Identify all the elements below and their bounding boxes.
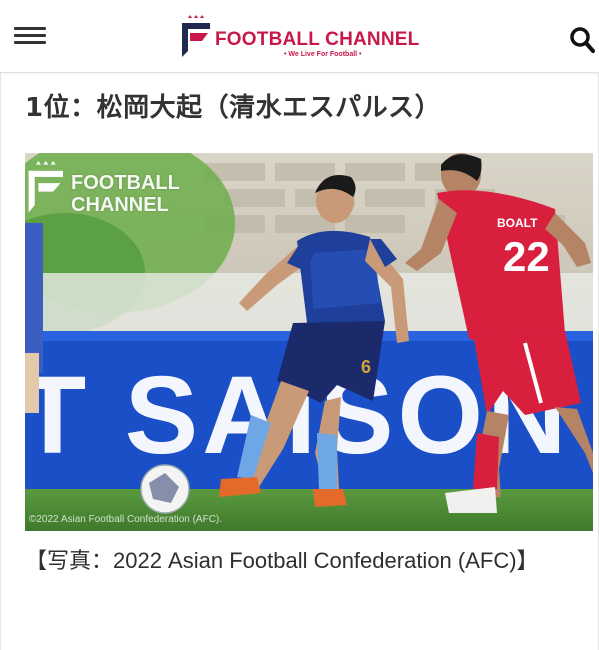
watermark-logo-icon [28,161,63,213]
site-header: FOOTBALL CHANNEL • We Live For Football … [0,0,599,73]
page-left-border [0,0,1,650]
search-icon[interactable] [569,26,595,54]
opponent-player-name: BOALT [497,216,538,230]
opponent-player-number: 22 [503,233,550,280]
hamburger-menu-icon[interactable] [14,27,46,49]
photo-watermark: FOOTBALL CHANNEL [27,161,180,216]
article-photo: T SAISON 6 BOALT 22 FOOTBALL CHANNEL ©20… [25,153,593,531]
article-heading: 1位：松岡大起（清水エスパルス） [25,93,442,123]
japan-player-number: 6 [361,357,371,377]
watermark-text: FOOTBALL CHANNEL [71,172,180,216]
site-logo[interactable]: FOOTBALL CHANNEL • We Live For Football … [182,15,442,59]
photo-caption: 【写真：2022 Asian Football Confederation (A… [25,548,539,573]
logo-tagline: • We Live For Football • [284,51,362,58]
soccer-ball [140,464,190,514]
logo-text: FOOTBALL CHANNEL [215,29,420,50]
logo-mark-icon [182,15,210,57]
photo-copyright: ©2022 Asian Football Confederation (AFC)… [29,514,223,525]
